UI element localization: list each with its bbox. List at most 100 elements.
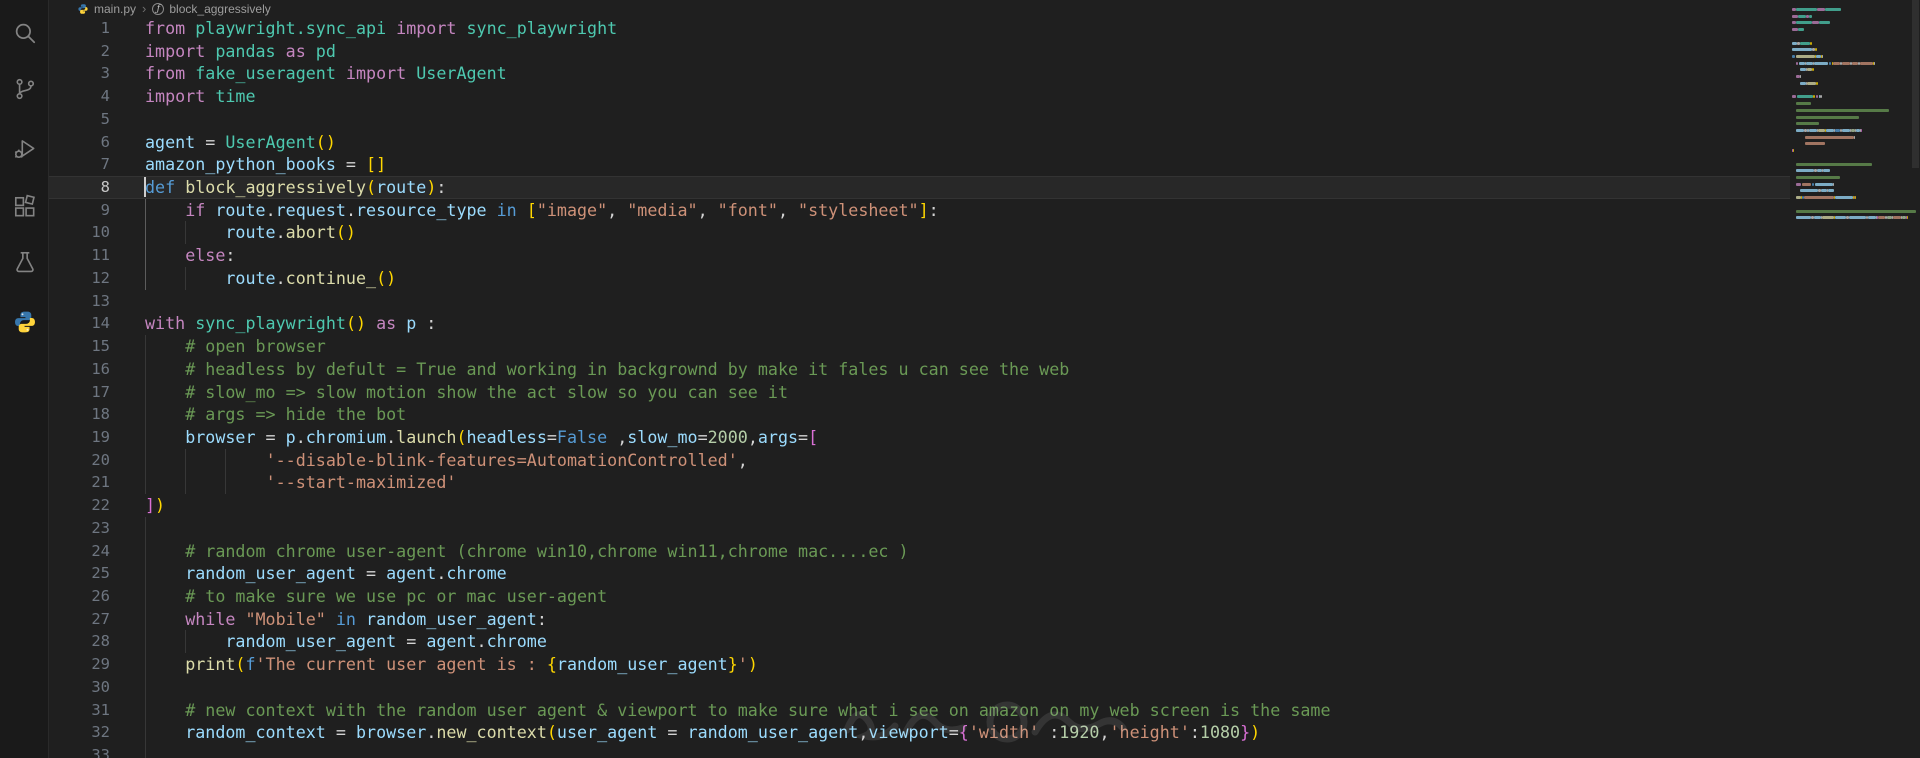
code-line-content: import time (145, 86, 256, 107)
line-number: 17 (91, 382, 110, 401)
minimap-line (1792, 182, 1834, 186)
indent-guide (145, 721, 146, 744)
indent-guide (185, 221, 187, 245)
code-line-content: '--disable-blink-features=AutomationCont… (145, 448, 1790, 472)
code-area[interactable]: 1 from playwright.sync_api import sync_pl… (49, 17, 1790, 758)
minimap[interactable] (1790, 8, 1916, 748)
source-control-icon[interactable] (11, 75, 39, 103)
line-number: 30 (91, 677, 110, 696)
code-line[interactable]: 27 while "Mobile" in random_user_agent: (49, 607, 1790, 631)
code-line[interactable]: 26 # to make sure we use pc or mac user-… (49, 584, 1790, 608)
code-line[interactable]: 2 import pandas as pd (49, 40, 1790, 63)
indent-guide (145, 516, 146, 540)
code-line[interactable]: 10 route.abort() (49, 221, 1790, 245)
code-line[interactable]: 31 # new context with the random user ag… (49, 698, 1790, 722)
text-cursor (144, 177, 146, 198)
indent-guide (145, 357, 146, 381)
line-number: 15 (91, 337, 110, 356)
minimap-line (1792, 162, 1872, 166)
code-line[interactable]: 25 random_user_agent = agent.chrome (49, 562, 1790, 585)
minimap-line (1792, 135, 1855, 139)
indent-guide (145, 698, 146, 722)
code-line[interactable]: 32 random_context = browser.new_context(… (49, 721, 1790, 744)
code-line[interactable]: 5 (49, 108, 1790, 131)
code-line[interactable]: 4 import time (49, 85, 1790, 108)
code-line-content: def block_aggressively(route): (144, 177, 447, 198)
line-number: 7 (100, 155, 110, 174)
line-number: 21 (91, 473, 110, 492)
breadcrumb-separator: › (142, 1, 147, 16)
code-line-content (145, 290, 1790, 313)
line-number: 5 (100, 109, 110, 128)
code-line[interactable]: 33 (49, 744, 1790, 758)
code-line[interactable]: 22]) (49, 494, 1790, 517)
code-line-content: with sync_playwright() as p : (145, 313, 437, 334)
code-line[interactable]: 14 with sync_playwright() as p : (49, 312, 1790, 335)
line-number: 10 (91, 223, 110, 242)
code-line[interactable]: 13 (49, 290, 1790, 313)
indent-guide (145, 380, 146, 404)
code-line[interactable]: 24 # random chrome user-agent (chrome wi… (49, 539, 1790, 563)
line-number: 22 (91, 496, 110, 515)
breadcrumb-file[interactable]: main.py (94, 2, 136, 16)
code-line-content: if route.request.resource_type in ["imag… (145, 198, 1790, 222)
line-number: 27 (91, 609, 110, 628)
indent-guide (185, 471, 187, 495)
minimap-line (1792, 108, 1889, 112)
line-number: 14 (91, 314, 110, 333)
code-line-content: print(f'The current user agent is : {ran… (145, 653, 1790, 676)
code-line[interactable]: 9 if route.request.resource_type in ["im… (49, 198, 1790, 222)
code-line[interactable]: 15 # open browser (49, 335, 1790, 358)
code-line-content: import pandas as pd (145, 40, 336, 61)
code-line[interactable]: 6 agent = UserAgent() (49, 131, 1790, 154)
code-line[interactable]: 16 # headless by defult = True and worki… (49, 357, 1790, 381)
code-line-content: # new context with the random user agent… (145, 698, 1790, 722)
scrollbar-thumb[interactable] (1912, 0, 1919, 168)
minimap-line (1792, 28, 1804, 32)
minimap-line (1792, 75, 1802, 79)
activity-bar (0, 0, 49, 758)
line-number: 32 (91, 723, 110, 742)
code-line-content: # open browser (145, 335, 1790, 358)
indent-guide (145, 244, 146, 267)
code-line[interactable]: 29 print(f'The current user agent is : {… (49, 653, 1790, 676)
code-line[interactable]: 7 amazon_python_books = [] (49, 153, 1790, 176)
search-icon[interactable] (11, 19, 39, 47)
indent-guide (185, 630, 187, 654)
code-line[interactable]: 1 from playwright.sync_api import sync_pl… (49, 17, 1790, 40)
code-line[interactable]: 12 route.continue_() (49, 266, 1790, 290)
indent-guide (145, 744, 146, 758)
minimap-line (1792, 216, 1909, 220)
line-number: 23 (91, 518, 110, 537)
code-line[interactable]: 30 (49, 675, 1790, 699)
code-line[interactable]: 11 else: (49, 244, 1790, 267)
minimap-line (1792, 142, 1825, 146)
minimap-line (1792, 102, 1811, 106)
minimap-line (1792, 55, 1824, 59)
indent-guide (225, 471, 227, 495)
indent-guide (145, 448, 146, 472)
code-line[interactable]: 18 # args => hide the bot (49, 403, 1790, 426)
code-line[interactable]: 28 random_user_agent = agent.chrome (49, 630, 1790, 654)
code-line[interactable]: 19 browser = p.chromium.launch(headless=… (49, 425, 1790, 449)
code-line-content: # slow_mo => slow motion show the act sl… (145, 380, 1790, 404)
code-line[interactable]: 23 (49, 516, 1790, 540)
indent-guide (145, 335, 146, 358)
minimap-line (1792, 115, 1860, 119)
code-line[interactable]: 3 from fake_useragent import UserAgent (49, 62, 1790, 85)
line-number: 6 (100, 132, 110, 151)
line-number: 19 (91, 427, 110, 446)
run-debug-icon[interactable] (11, 135, 39, 163)
code-line[interactable]: 8 def block_aggressively(route): (49, 176, 1790, 199)
breadcrumb-symbol[interactable]: block_aggressively (169, 2, 270, 16)
code-line-content: route.continue_() (145, 266, 1790, 290)
extensions-icon[interactable] (11, 193, 39, 221)
code-line[interactable]: 20 '--disable-blink-features=AutomationC… (49, 448, 1790, 472)
code-line-content: random_context = browser.new_context(use… (145, 721, 1790, 744)
code-line[interactable]: 21 '--start-maximized' (49, 471, 1790, 495)
code-line[interactable]: 17 # slow_mo => slow motion show the act… (49, 380, 1790, 404)
testing-flask-icon[interactable] (11, 248, 39, 276)
code-line-content: # to make sure we use pc or mac user-age… (145, 584, 1790, 608)
minimap-line (1792, 8, 1842, 11)
python-extension-icon[interactable] (11, 308, 39, 336)
